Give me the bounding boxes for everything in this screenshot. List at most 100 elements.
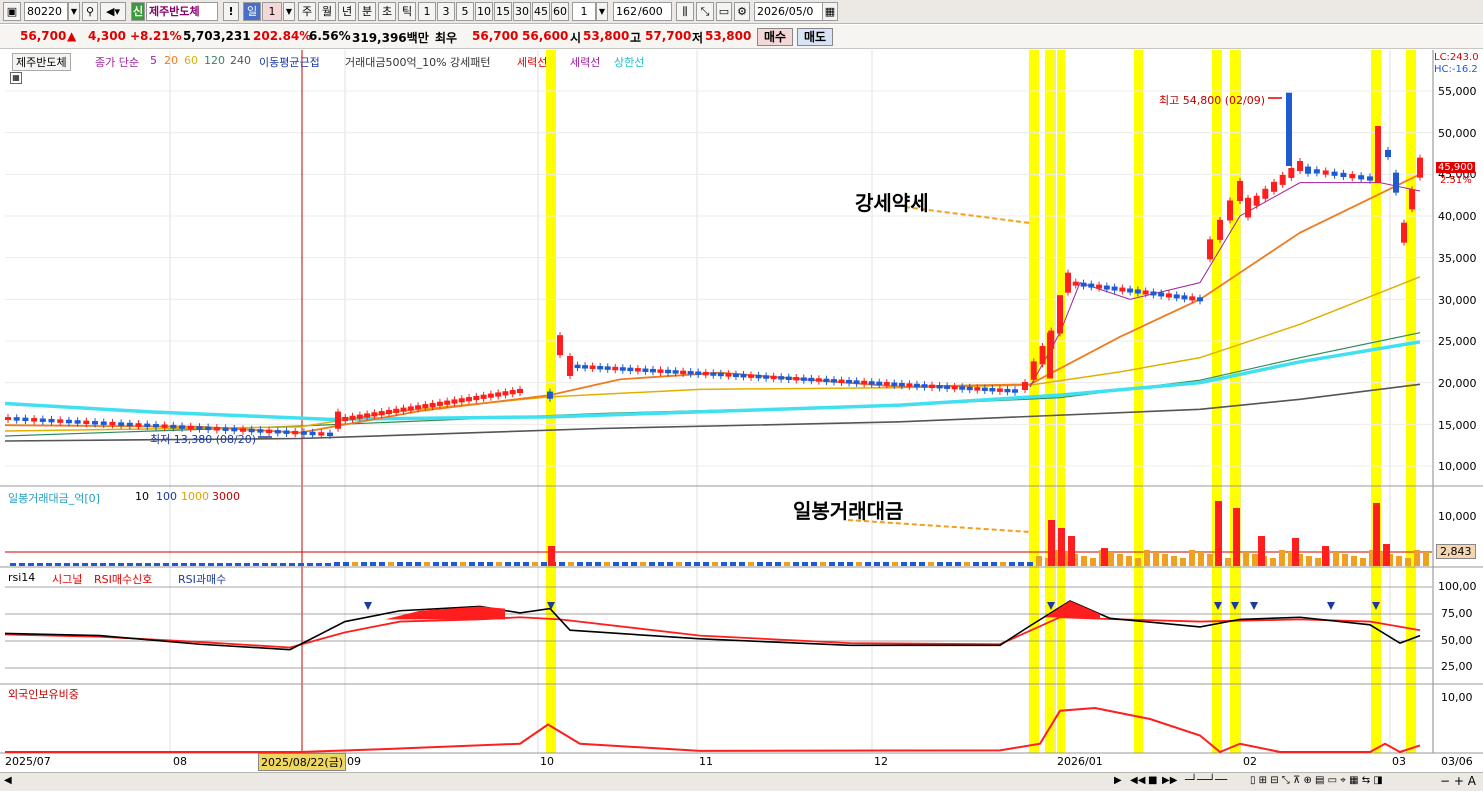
interval-1[interactable]: 1 bbox=[418, 2, 436, 21]
rewind-icon[interactable]: ◀◀ bbox=[1130, 775, 1145, 786]
candle-body bbox=[996, 388, 1003, 392]
zoom-slider[interactable]: ─┘──┘── bbox=[1185, 775, 1227, 786]
zoom-controls[interactable]: − + A bbox=[1440, 774, 1476, 788]
period-dropdown-icon[interactable]: ▼ bbox=[283, 2, 295, 21]
price-axis-label: 15,000 bbox=[1438, 419, 1477, 432]
sell-button[interactable]: 매도 bbox=[797, 28, 834, 46]
volume-bar bbox=[469, 562, 475, 566]
toolbar: ▣ 80220 ▼ ⚲ ◀▾ 신 제주반도체 ! 일 1 ▼ 주 월 년 분 초… bbox=[0, 0, 1483, 24]
candle-body bbox=[913, 383, 920, 388]
volume-panel-title: 일봉거래대금_억[0] bbox=[8, 492, 100, 505]
period-day-count[interactable]: 1 bbox=[262, 2, 282, 21]
volume-bar bbox=[964, 562, 970, 566]
candle-body bbox=[898, 382, 905, 387]
rsi-overbuy: RSI과매수 bbox=[178, 573, 227, 586]
interval-30[interactable]: 30 bbox=[513, 2, 531, 21]
volume-bar bbox=[586, 562, 592, 566]
candle-body bbox=[39, 418, 46, 422]
candle-body bbox=[959, 386, 966, 390]
candle-body bbox=[846, 379, 853, 384]
scroll-left-icon[interactable]: ◀ bbox=[4, 775, 12, 786]
volume-level-1000: 1000 bbox=[181, 490, 209, 503]
window-icon[interactable]: ▣ bbox=[3, 2, 21, 21]
stop-icon[interactable]: ■ bbox=[1148, 775, 1157, 786]
volume-bar bbox=[1180, 558, 1186, 566]
candle-body bbox=[582, 365, 589, 369]
save-icon[interactable]: ▭ bbox=[716, 2, 732, 21]
speaker-icon[interactable]: ◀▾ bbox=[100, 2, 126, 21]
volume-bar bbox=[289, 563, 295, 566]
candle-body bbox=[763, 375, 770, 379]
price-axis-label: 20,000 bbox=[1438, 377, 1477, 390]
volume-bar bbox=[451, 562, 457, 566]
bottom-scrollbar[interactable]: ◀ ▶ ◀◀ ■ ▶▶ ─┘──┘── ▯ ⊞ ⊟ ⤡ ⊼ ⊕ ▤ ▭ ⌖ ▦ … bbox=[0, 772, 1483, 791]
period-year[interactable]: 년 bbox=[338, 2, 356, 21]
count-input[interactable]: 162 bbox=[613, 2, 639, 21]
legend-stock-name[interactable]: 제주반도체 bbox=[12, 53, 71, 71]
scroll-right-icon[interactable]: ▶ bbox=[1114, 775, 1122, 786]
candle-body bbox=[891, 382, 898, 386]
interval-15[interactable]: 15 bbox=[494, 2, 512, 21]
period-week[interactable]: 주 bbox=[298, 2, 316, 21]
grid-toggle-icon[interactable]: ▦ bbox=[10, 72, 22, 84]
candle-body bbox=[1409, 189, 1415, 210]
period-minute[interactable]: 분 bbox=[358, 2, 376, 21]
code-dropdown-icon[interactable]: ▼ bbox=[68, 2, 80, 21]
volume-bar bbox=[127, 563, 133, 566]
volume-bar bbox=[919, 562, 925, 566]
candle-body bbox=[92, 421, 99, 425]
volume-bar bbox=[307, 563, 313, 566]
volume-bar bbox=[811, 562, 817, 566]
volume-bar bbox=[406, 562, 412, 566]
volume-bar bbox=[548, 546, 555, 566]
interval-60[interactable]: 60 bbox=[551, 2, 569, 21]
gear-icon[interactable]: ⚙ bbox=[734, 2, 750, 21]
interval-5[interactable]: 5 bbox=[456, 2, 474, 21]
credit-badge: 신 bbox=[131, 2, 145, 21]
candle-body bbox=[309, 431, 316, 436]
price-chart[interactable] bbox=[0, 50, 1483, 791]
volume-bar bbox=[847, 562, 853, 566]
volume-bar bbox=[955, 562, 961, 566]
period-second[interactable]: 초 bbox=[378, 2, 396, 21]
candle-body bbox=[1197, 297, 1203, 302]
forward-icon[interactable]: ▶▶ bbox=[1162, 775, 1177, 786]
candle-body bbox=[48, 418, 55, 423]
period-month[interactable]: 월 bbox=[318, 2, 336, 21]
volume-bar bbox=[424, 562, 430, 566]
interval-custom[interactable]: 1 bbox=[572, 2, 596, 21]
code-input[interactable]: 80220 bbox=[24, 2, 68, 21]
search-icon[interactable]: ⚲ bbox=[82, 2, 98, 21]
volume-bar bbox=[838, 562, 844, 566]
alert-button[interactable]: ! bbox=[223, 2, 239, 21]
calendar-icon[interactable]: ▦ bbox=[822, 2, 838, 21]
legend-pattern: 거래대금500억_10% 강세패턴 bbox=[345, 56, 491, 69]
volume-bar bbox=[613, 562, 619, 566]
period-tick[interactable]: 틱 bbox=[398, 2, 416, 21]
panel-borders bbox=[0, 50, 1483, 754]
candle-icon[interactable]: ⫼ bbox=[676, 2, 694, 21]
time-axis-label: 11 bbox=[699, 755, 713, 768]
interval-dropdown-icon[interactable]: ▼ bbox=[596, 2, 608, 21]
candle-body bbox=[378, 411, 385, 416]
candle-body bbox=[1237, 181, 1243, 201]
interval-45[interactable]: 45 bbox=[532, 2, 550, 21]
draw-tool-icon[interactable]: ⤡ bbox=[696, 2, 714, 21]
rsi-buy-signal-marker bbox=[1327, 602, 1335, 610]
rsi-axis-label: 100,00 bbox=[1438, 580, 1477, 593]
candle-body bbox=[274, 430, 281, 434]
chart-tools-icons[interactable]: ▯ ⊞ ⊟ ⤡ ⊼ ⊕ ▤ ▭ ⌖ ▦ ⇆ ◨ bbox=[1250, 775, 1383, 786]
foreign-axis-label: 10,00 bbox=[1441, 691, 1473, 704]
candle-body bbox=[458, 398, 465, 403]
buy-button[interactable]: 매수 bbox=[757, 28, 794, 46]
chart-area[interactable]: 제주반도체 종가 단순 5 20 60 120 240 이동평균근접 거래대금5… bbox=[0, 50, 1483, 791]
volume-bar bbox=[1414, 550, 1420, 566]
moving-averages bbox=[4, 173, 1421, 442]
count-total: /600 bbox=[638, 2, 672, 21]
candle-body bbox=[1127, 288, 1134, 293]
period-day[interactable]: 일 bbox=[243, 2, 261, 21]
candle-body bbox=[732, 373, 739, 378]
interval-10[interactable]: 10 bbox=[475, 2, 493, 21]
volume-bar bbox=[712, 562, 718, 566]
interval-3[interactable]: 3 bbox=[437, 2, 455, 21]
